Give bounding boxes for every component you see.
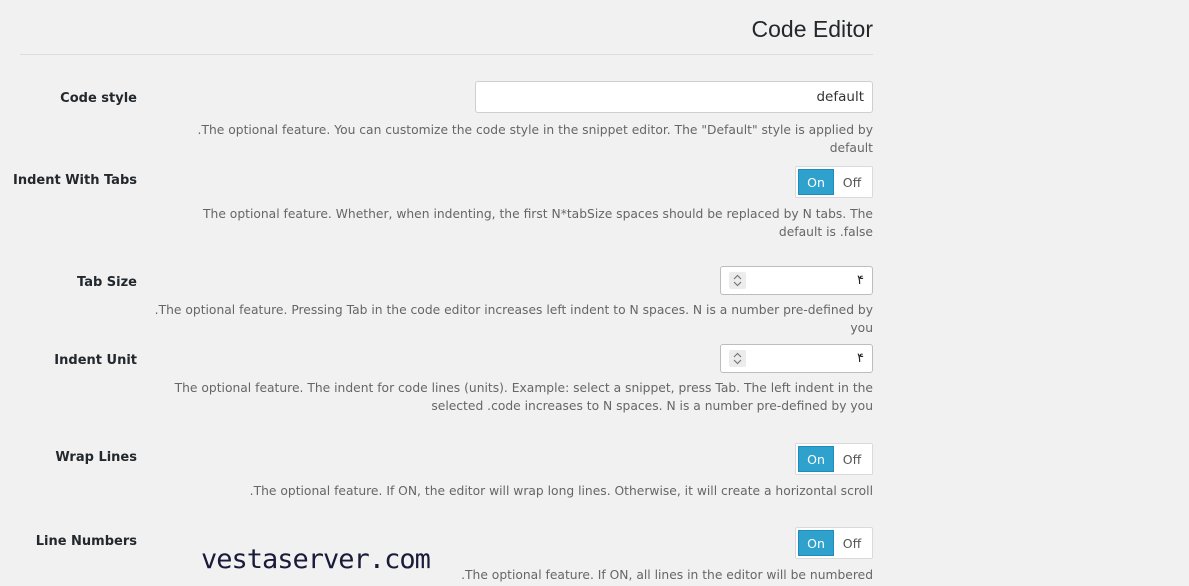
- line-numbers-toggle[interactable]: On Off: [795, 527, 873, 559]
- line-numbers-label: Line Numbers: [35, 534, 137, 549]
- indent-unit-label: Indent Unit: [54, 353, 137, 368]
- tab-size-label: Tab Size: [77, 275, 137, 290]
- indent-unit-description: The optional feature. The indent for cod…: [174, 381, 873, 413]
- page-title: Code Editor: [751, 16, 873, 42]
- indent-with-tabs-label: Indent With Tabs: [12, 173, 137, 188]
- wrap-lines-on-button[interactable]: On: [798, 446, 834, 472]
- wrap-lines-label: Wrap Lines: [55, 450, 137, 465]
- line-numbers-off-button[interactable]: Off: [834, 530, 870, 556]
- title-divider: [20, 54, 873, 55]
- indent-with-tabs-description: The optional feature. Whether, when inde…: [203, 207, 873, 239]
- indent-with-tabs-toggle[interactable]: On Off: [795, 166, 873, 198]
- code-style-input[interactable]: [475, 81, 873, 113]
- tab-size-spin-icon[interactable]: [729, 272, 746, 289]
- tab-size-value: ۴: [857, 273, 864, 288]
- line-numbers-on-button[interactable]: On: [798, 530, 834, 556]
- indent-unit-stepper[interactable]: ۴: [720, 344, 873, 373]
- wrap-lines-toggle[interactable]: On Off: [795, 443, 873, 475]
- indent-with-tabs-on-button[interactable]: On: [798, 169, 834, 195]
- code-style-description: .The optional feature. You can customize…: [197, 123, 873, 155]
- watermark: vestaserver.com: [201, 544, 431, 575]
- indent-with-tabs-off-button[interactable]: Off: [834, 169, 870, 195]
- indent-unit-spin-icon[interactable]: [729, 350, 746, 367]
- indent-unit-value: ۴: [857, 351, 864, 366]
- tab-size-stepper[interactable]: ۴: [720, 266, 873, 295]
- tab-size-description: .The optional feature. Pressing Tab in t…: [154, 303, 873, 335]
- wrap-lines-off-button[interactable]: Off: [834, 446, 870, 472]
- wrap-lines-description: .The optional feature. If ON, the editor…: [249, 484, 873, 498]
- code-style-label: Code style: [60, 91, 137, 106]
